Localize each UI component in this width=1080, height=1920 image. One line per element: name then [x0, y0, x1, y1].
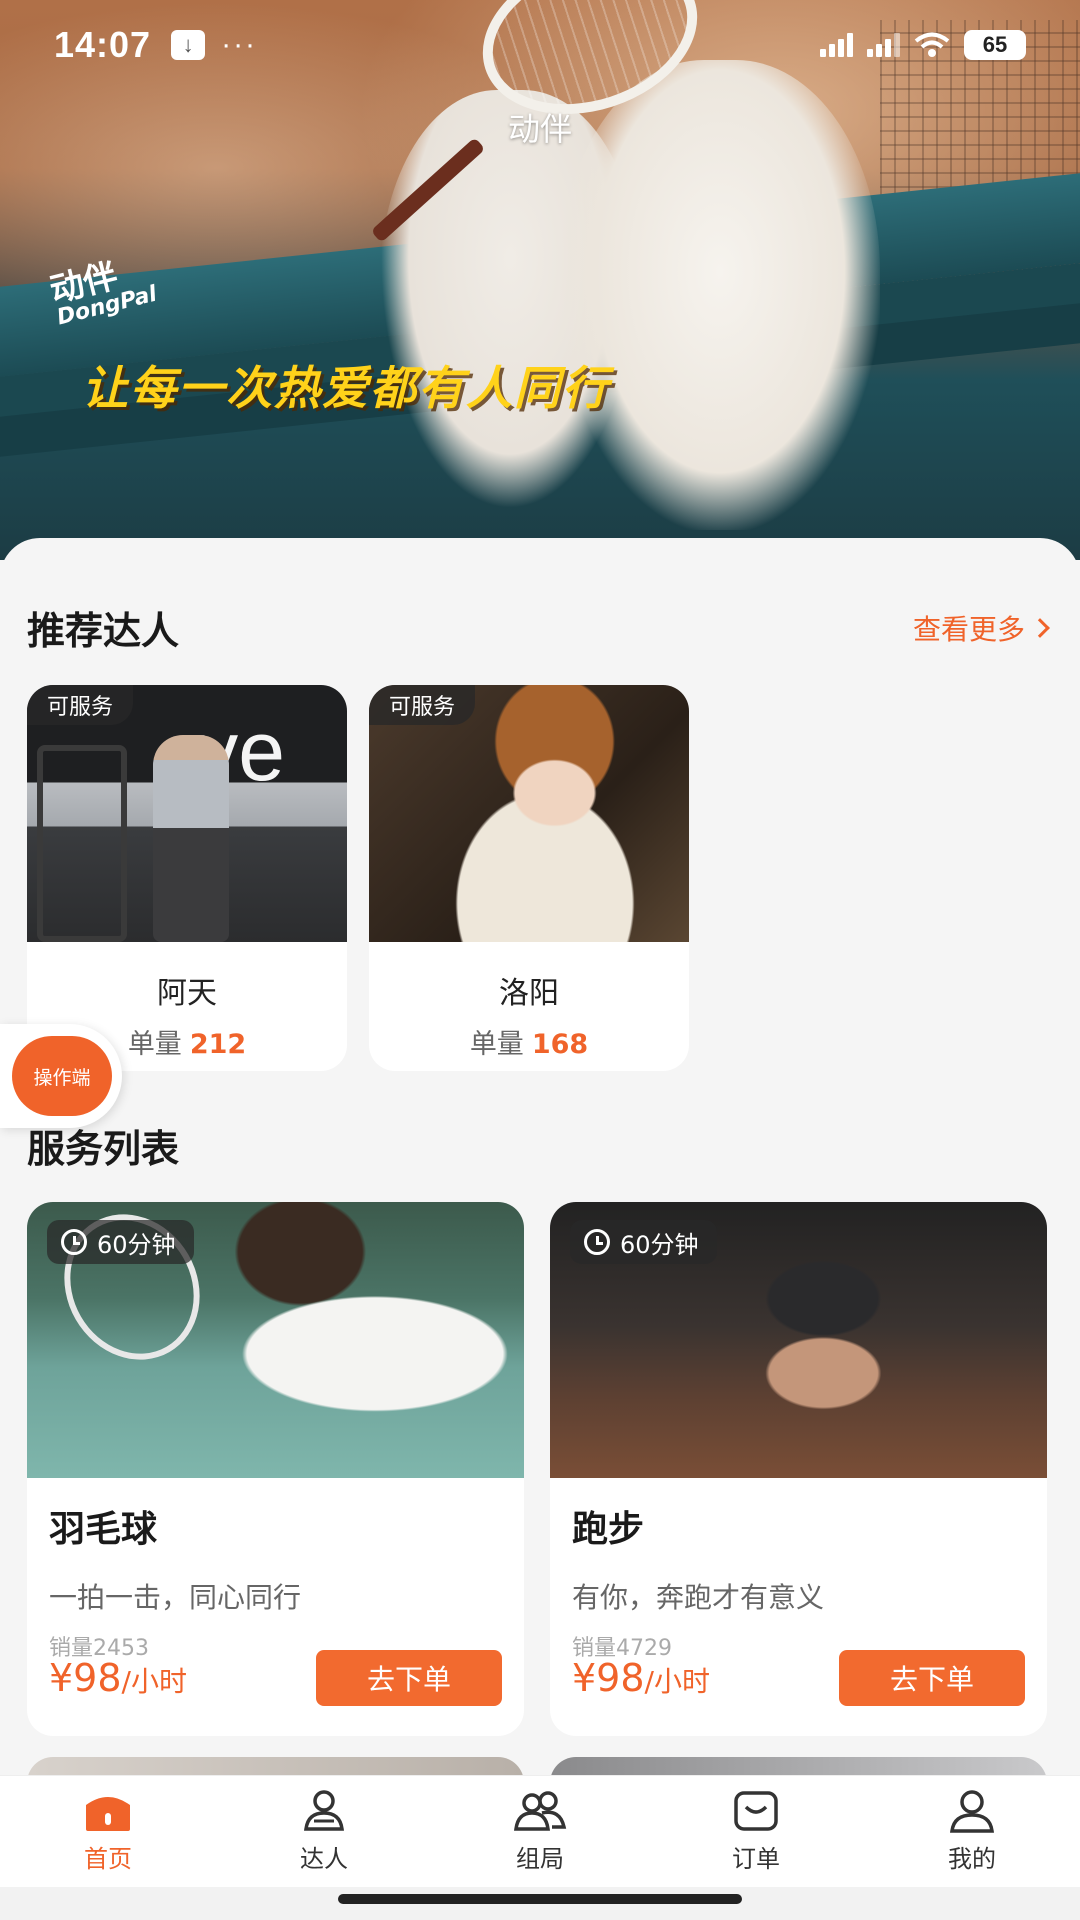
- hero-slogan: 让每一次热爱都有人同行: [82, 361, 610, 415]
- profile-icon: [950, 1790, 994, 1833]
- expert-card[interactable]: ve 可服务 阿天 单量 212: [27, 685, 347, 1071]
- order-icon: [734, 1791, 778, 1831]
- duration-text: 60分钟: [97, 1230, 176, 1259]
- tab-experts[interactable]: 达人: [254, 1789, 394, 1874]
- service-price: ¥98/小时: [572, 1656, 710, 1700]
- service-list: 60分钟 羽毛球 一拍一击，同心同行 销量2453 ¥98/小时 去下单 60分…: [27, 1202, 1047, 1736]
- more-notifications-icon: ···: [221, 28, 258, 61]
- services-header: 服务列表: [27, 1118, 1047, 1173]
- tab-home[interactable]: 首页: [38, 1789, 178, 1874]
- price-unit: /小时: [121, 1665, 187, 1698]
- hero-banner[interactable]: 14:07 ↓ ··· 65 动伴 动伴 DongPal 让每一次热爱都有人同行: [0, 0, 1080, 560]
- home-icon: [86, 1797, 130, 1831]
- status-badge: 可服务: [27, 685, 134, 725]
- expert-photo: 可服务: [369, 685, 689, 942]
- tab-orders[interactable]: 订单: [686, 1789, 826, 1874]
- expert-photo: ve 可服务: [27, 685, 347, 942]
- expert-name: 阿天: [157, 976, 217, 1011]
- order-button[interactable]: 去下单: [839, 1650, 1025, 1706]
- view-more-label: 查看更多: [912, 612, 1025, 646]
- service-card[interactable]: 60分钟 羽毛球 一拍一击，同心同行 销量2453 ¥98/小时 去下单: [27, 1202, 524, 1736]
- expert-name: 洛阳: [499, 976, 559, 1011]
- gym-machine-decoration: [37, 745, 127, 942]
- price-amount: ¥98: [572, 1656, 645, 1700]
- tab-group[interactable]: 组局: [470, 1789, 610, 1874]
- status-badge: 可服务: [369, 685, 476, 725]
- cell-signal-2-icon: [867, 33, 900, 57]
- operator-button-label: 操作端: [12, 1036, 112, 1116]
- service-photo: 60分钟: [550, 1202, 1047, 1478]
- battery-level: 65: [982, 32, 1008, 57]
- orders-label: 单量: [469, 1029, 524, 1060]
- recommended-title: 推荐达人: [27, 609, 180, 653]
- price-amount: ¥98: [49, 1656, 122, 1700]
- expert-figure: [153, 735, 229, 942]
- service-name: 羽毛球: [49, 1509, 158, 1550]
- battery-icon: 65: [964, 30, 1026, 60]
- duration-text: 60分钟: [620, 1230, 699, 1259]
- expert-list: ve 可服务 阿天 单量 212 可服务 洛阳 单量 168: [27, 685, 689, 1071]
- service-description: 一拍一击，同心同行: [49, 1581, 302, 1614]
- tab-label: 订单: [732, 1845, 780, 1873]
- service-price: ¥98/小时: [49, 1656, 187, 1700]
- wifi-icon: [914, 32, 950, 57]
- bottom-tab-bar: 首页 达人 组局 订单 我的: [0, 1775, 1080, 1887]
- tab-profile[interactable]: 我的: [902, 1789, 1042, 1874]
- service-card[interactable]: 60分钟 跑步 有你，奔跑才有意义 销量4729 ¥98/小时 去下单: [550, 1202, 1047, 1736]
- operator-float-button[interactable]: 操作端: [0, 1024, 122, 1128]
- view-more-link[interactable]: 查看更多: [912, 608, 1050, 648]
- expert-card[interactable]: 可服务 洛阳 单量 168: [369, 685, 689, 1071]
- orders-label: 单量: [127, 1029, 182, 1060]
- status-time: 14:07: [54, 24, 152, 65]
- group-icon: [514, 1791, 567, 1831]
- orders-count: 212: [189, 1029, 247, 1060]
- orders-count: 168: [531, 1029, 589, 1060]
- service-photo: 60分钟: [27, 1202, 524, 1478]
- expert-orders: 单量 168: [369, 1022, 689, 1061]
- recommended-header: 推荐达人 查看更多: [27, 600, 1050, 655]
- duration-badge: 60分钟: [570, 1220, 717, 1264]
- home-indicator[interactable]: [338, 1894, 742, 1904]
- price-unit: /小时: [644, 1665, 710, 1698]
- services-title: 服务列表: [27, 1127, 180, 1171]
- clock-icon: [61, 1229, 87, 1255]
- order-button[interactable]: 去下单: [316, 1650, 502, 1706]
- tab-label: 达人: [300, 1845, 348, 1873]
- duration-badge: 60分钟: [47, 1220, 194, 1264]
- app-title: 动伴: [507, 110, 572, 148]
- service-description: 有你，奔跑才有意义: [572, 1581, 825, 1614]
- download-icon: ↓: [171, 30, 206, 60]
- service-name: 跑步: [572, 1509, 645, 1550]
- tab-label: 组局: [516, 1845, 564, 1873]
- status-bar: 14:07 ↓ ··· 65: [0, 0, 1080, 90]
- tab-label: 我的: [948, 1845, 996, 1873]
- tab-label: 首页: [84, 1845, 132, 1873]
- clock-icon: [584, 1229, 610, 1255]
- chevron-right-icon: [1030, 617, 1050, 638]
- cell-signal-icon: [820, 33, 853, 57]
- expert-icon: [304, 1790, 344, 1831]
